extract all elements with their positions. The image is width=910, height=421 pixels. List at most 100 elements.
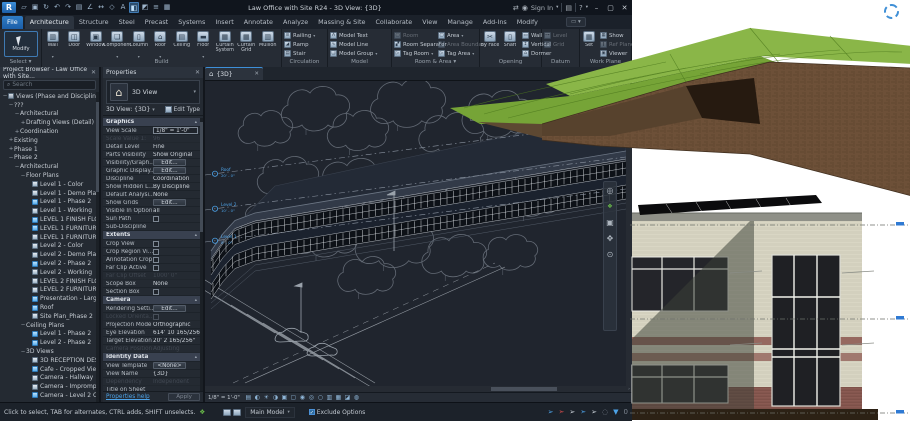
model-model-group[interactable]: ❏ Model Group <box>330 49 389 58</box>
view-level-2-furniture[interactable]: LEVEL 2 FURNITURE <box>0 286 96 295</box>
store-icon[interactable]: ▤ <box>565 4 572 12</box>
project-browser-header[interactable]: Project Browser - Law Office with Site..… <box>0 67 99 78</box>
filter-count[interactable]: 0 <box>624 407 628 417</box>
print-icon[interactable]: ▤ <box>74 2 84 13</box>
drag-on-selection-icon[interactable]: ➢ <box>591 407 597 417</box>
prop-scale-value-1[interactable]: Scale Value 1: 96 <box>103 135 200 143</box>
prop-identity-data[interactable]: Identity Data <box>103 353 200 362</box>
view-level-2-phase-2[interactable]: Level 2 - Phase 2 <box>0 259 96 268</box>
prop-eye-elevation[interactable]: Eye Elevation 614' 10 165/256" <box>103 329 200 337</box>
prop-visibility-graph[interactable]: Visibility/Graph... Edit... <box>103 159 200 167</box>
edit-type-button[interactable]: Edit Type <box>165 106 200 113</box>
view-level-1-finish-flo[interactable]: LEVEL 1 FINISH FLO <box>0 215 96 224</box>
prop-crop-region-vi[interactable]: Crop Region Vi... <box>103 248 200 256</box>
tab-systems[interactable]: Systems <box>173 16 210 29</box>
prop-camera-position[interactable]: Camera Position Adjusting <box>103 345 200 353</box>
room-room[interactable]: ▢ Room <box>394 31 434 40</box>
prop-annotation-crop[interactable]: Annotation Crop <box>103 256 200 264</box>
screen-capture-icon[interactable] <box>884 4 899 19</box>
circ-ramp[interactable]: ◢ Ramp <box>284 40 325 49</box>
text-note-icon[interactable]: A <box>118 2 128 13</box>
view-views-phase-and-discipline[interactable]: − Views (Phase and Discipline) <box>0 92 96 101</box>
prop-discipline[interactable]: Discipline Coordination <box>103 175 200 183</box>
sun-path-icon[interactable]: ☀ <box>262 393 271 402</box>
crop-region-icon[interactable]: ▢ <box>289 393 298 402</box>
prop-projection-mode[interactable]: Projection Mode Orthographic <box>103 321 200 329</box>
tab-structure[interactable]: Structure <box>74 16 114 29</box>
circ-stair[interactable]: ▤ Stair <box>284 49 325 58</box>
modify-button[interactable]: Modify <box>4 31 38 57</box>
zoom-icon[interactable]: ⊙ <box>607 250 614 259</box>
prop-detail-level[interactable]: Detail Level Fine <box>103 143 200 151</box>
type-selector[interactable]: ⌂ 3D View ▾ <box>106 80 200 104</box>
aligned-dimension-icon[interactable]: ↔ <box>96 2 106 13</box>
view-level-2-demo-plan[interactable]: Level 2 - Demo Plan <box>0 250 96 259</box>
view-ceiling-plans[interactable]: − Ceiling Plans <box>0 321 96 330</box>
view-level-2-working[interactable]: Level 2 - Working <box>0 268 96 277</box>
editing-requests-icon[interactable] <box>223 409 231 416</box>
tab-analyze[interactable]: Analyze <box>278 16 313 29</box>
view-architectural[interactable]: − Architectural <box>0 110 96 119</box>
view-camera-impromptu[interactable]: Camera - Impromptu <box>0 382 96 391</box>
view-level-1-phase-2[interactable]: Level 1 - Phase 2 <box>0 198 96 207</box>
build-roof[interactable]: ⌂ Roof <box>150 30 172 58</box>
close-icon[interactable]: ✕ <box>91 69 96 76</box>
view-cafe-cropped-view[interactable]: Cafe - Cropped View <box>0 365 96 374</box>
view-camera-hallway[interactable]: Camera - Hallway <box>0 374 96 383</box>
redo-icon[interactable]: ↷ <box>63 2 73 13</box>
view-level-1-furniture[interactable]: LEVEL 1 FURNITURE <box>0 233 96 242</box>
default-3d-view-icon[interactable]: ◧ <box>129 2 139 13</box>
view-existing[interactable]: + Existing <box>0 136 96 145</box>
room-room-separator[interactable]: ▞ Room Separator <box>394 40 434 49</box>
close-button[interactable]: ✕ <box>619 4 630 12</box>
filter-icon[interactable]: ▼ <box>613 407 618 417</box>
prop-graphics[interactable]: Graphics <box>103 118 200 127</box>
view-level-1-demo-plan[interactable]: Level 1 - Demo Plan <box>0 189 96 198</box>
close-icon[interactable]: ✕ <box>195 69 200 76</box>
temporary-hide-icon[interactable]: ◎ <box>307 393 316 402</box>
view-camera-level-2-op[interactable]: Camera - Level 2 Op <box>0 391 96 400</box>
search-input[interactable]: ⌕ Search <box>3 80 96 90</box>
prop-graphic-display[interactable]: Graphic Display... Edit... <box>103 167 200 175</box>
tab-architecture[interactable]: Architecture <box>25 16 74 29</box>
circ-railing[interactable]: ≡ Railing <box>284 31 325 40</box>
tab-insert[interactable]: Insert <box>210 16 238 29</box>
prop-default-analysi[interactable]: Default Analysi... None <box>103 191 200 199</box>
build-mullion[interactable]: ▥ Mullion <box>257 30 279 58</box>
prop-extents[interactable]: Extents <box>103 231 200 240</box>
chevron-down-icon[interactable]: ▾ <box>193 89 196 95</box>
prop-visible-in-option[interactable]: Visible In Option all <box>103 207 200 215</box>
model-model-line[interactable]: ∿ Model Line <box>330 40 389 49</box>
prop-far-clip-active[interactable]: Far Clip Active <box>103 264 200 272</box>
prop-show-grids[interactable]: Show Grids Edit... <box>103 199 200 207</box>
view-3d-reception-desk[interactable]: 3D RECEPTION DESK <box>0 356 96 365</box>
view-phase-1[interactable]: + Phase 1 <box>0 145 96 154</box>
build-door[interactable]: ◫ Door <box>64 30 86 58</box>
view-coordination[interactable]: + Coordination <box>0 127 96 136</box>
view-level-1-furniture[interactable]: LEVEL 1 FURNITURE <box>0 224 96 233</box>
view-level-1-working[interactable]: Level 1 - Working <box>0 206 96 215</box>
build-curtain-grid[interactable]: ▦ Curtain Grid <box>236 30 258 58</box>
undo-icon[interactable]: ↶ <box>52 2 62 13</box>
maximize-button[interactable]: ▢ <box>605 4 616 12</box>
measure-icon[interactable]: ∠ <box>85 2 95 13</box>
view-3d-views[interactable]: − 3D Views <box>0 347 96 356</box>
worksets-icon[interactable] <box>233 409 241 416</box>
shadows-icon[interactable]: ◑ <box>271 393 280 402</box>
view-presentation-large[interactable]: Presentation - Large <box>0 294 96 303</box>
chevron-down-icon[interactable]: ▾ <box>152 107 155 113</box>
view-scale-button[interactable]: 1/8" = 1'-0" <box>208 395 240 401</box>
save-icon[interactable]: ▣ <box>30 2 40 13</box>
tab-file[interactable]: File <box>2 16 23 29</box>
build-ceiling[interactable]: ▤ Ceiling <box>171 30 193 58</box>
browser-scrollbar[interactable] <box>96 92 99 402</box>
view-tab-3d[interactable]: ⌂ {3D} ✕ <box>205 67 263 80</box>
section-icon[interactable]: ◩ <box>140 2 150 13</box>
select-links-icon[interactable]: ➢ <box>548 407 554 417</box>
prop-scope-box[interactable]: Scope Box None <box>103 280 200 288</box>
lock-orientation-icon[interactable]: ◉ <box>298 393 307 402</box>
select-by-face-icon[interactable]: ➣ <box>580 407 586 417</box>
sync-icon[interactable]: ↻ <box>41 2 51 13</box>
tab-precast[interactable]: Precast <box>140 16 173 29</box>
crop-view-icon[interactable]: ▣ <box>280 393 289 402</box>
